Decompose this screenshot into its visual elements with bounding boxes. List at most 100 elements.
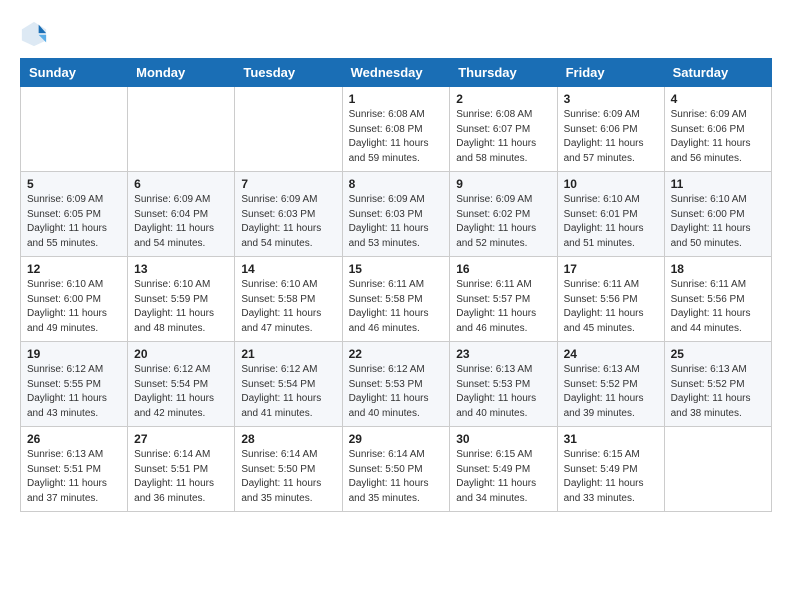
day-number: 31 bbox=[564, 432, 658, 446]
day-number: 30 bbox=[456, 432, 550, 446]
day-info: Sunrise: 6:10 AM Sunset: 5:58 PM Dayligh… bbox=[241, 278, 335, 336]
calendar-cell: 25 Sunrise: 6:13 AM Sunset: 5:52 PM Dayli… bbox=[664, 342, 771, 427]
day-number: 24 bbox=[564, 347, 658, 361]
calendar-cell: 13 Sunrise: 6:10 AM Sunset: 5:59 PM Dayli… bbox=[128, 257, 235, 342]
day-info: Sunrise: 6:08 AM Sunset: 6:07 PM Dayligh… bbox=[456, 108, 550, 166]
day-of-week-header: Saturday bbox=[664, 59, 771, 87]
calendar-cell bbox=[128, 87, 235, 172]
calendar-cell: 5 Sunrise: 6:09 AM Sunset: 6:05 PM Daylig… bbox=[21, 172, 128, 257]
day-info: Sunrise: 6:14 AM Sunset: 5:50 PM Dayligh… bbox=[349, 448, 444, 506]
calendar-cell bbox=[664, 427, 771, 512]
day-info: Sunrise: 6:10 AM Sunset: 6:01 PM Dayligh… bbox=[564, 193, 658, 251]
day-number: 1 bbox=[349, 92, 444, 106]
day-of-week-header: Sunday bbox=[21, 59, 128, 87]
day-info: Sunrise: 6:13 AM Sunset: 5:53 PM Dayligh… bbox=[456, 363, 550, 421]
day-info: Sunrise: 6:09 AM Sunset: 6:03 PM Dayligh… bbox=[241, 193, 335, 251]
day-info: Sunrise: 6:10 AM Sunset: 5:59 PM Dayligh… bbox=[134, 278, 228, 336]
day-info: Sunrise: 6:13 AM Sunset: 5:51 PM Dayligh… bbox=[27, 448, 121, 506]
day-number: 16 bbox=[456, 262, 550, 276]
day-of-week-header: Tuesday bbox=[235, 59, 342, 87]
calendar-header-row: SundayMondayTuesdayWednesdayThursdayFrid… bbox=[21, 59, 772, 87]
calendar-cell: 19 Sunrise: 6:12 AM Sunset: 5:55 PM Dayli… bbox=[21, 342, 128, 427]
calendar-cell: 2 Sunrise: 6:08 AM Sunset: 6:07 PM Daylig… bbox=[450, 87, 557, 172]
day-info: Sunrise: 6:15 AM Sunset: 5:49 PM Dayligh… bbox=[564, 448, 658, 506]
day-number: 10 bbox=[564, 177, 658, 191]
day-number: 6 bbox=[134, 177, 228, 191]
day-info: Sunrise: 6:13 AM Sunset: 5:52 PM Dayligh… bbox=[564, 363, 658, 421]
day-info: Sunrise: 6:10 AM Sunset: 6:00 PM Dayligh… bbox=[27, 278, 121, 336]
day-info: Sunrise: 6:09 AM Sunset: 6:03 PM Dayligh… bbox=[349, 193, 444, 251]
calendar-cell: 20Sunrise: 6:12 AM Sunset: 5:54 PM Dayli… bbox=[128, 342, 235, 427]
day-info: Sunrise: 6:10 AM Sunset: 6:00 PM Dayligh… bbox=[671, 193, 765, 251]
day-info: Sunrise: 6:08 AM Sunset: 6:08 PM Dayligh… bbox=[349, 108, 444, 166]
calendar-cell: 22Sunrise: 6:12 AM Sunset: 5:53 PM Dayli… bbox=[342, 342, 450, 427]
day-info: Sunrise: 6:09 AM Sunset: 6:06 PM Dayligh… bbox=[671, 108, 765, 166]
day-of-week-header: Friday bbox=[557, 59, 664, 87]
calendar-cell: 7 Sunrise: 6:09 AM Sunset: 6:03 PM Daylig… bbox=[235, 172, 342, 257]
day-info: Sunrise: 6:13 AM Sunset: 5:52 PM Dayligh… bbox=[671, 363, 765, 421]
day-number: 25 bbox=[671, 347, 765, 361]
calendar-week-row: 12Sunrise: 6:10 AM Sunset: 6:00 PM Dayli… bbox=[21, 257, 772, 342]
day-info: Sunrise: 6:11 AM Sunset: 5:56 PM Dayligh… bbox=[564, 278, 658, 336]
calendar-cell: 21 Sunrise: 6:12 AM Sunset: 5:54 PM Dayli… bbox=[235, 342, 342, 427]
calendar-cell: 1 Sunrise: 6:08 AM Sunset: 6:08 PM Daylig… bbox=[342, 87, 450, 172]
page-header bbox=[20, 20, 772, 48]
day-number: 3 bbox=[564, 92, 658, 106]
calendar-cell: 26 Sunrise: 6:13 AM Sunset: 5:51 PM Dayli… bbox=[21, 427, 128, 512]
calendar-cell bbox=[21, 87, 128, 172]
calendar-cell: 11 Sunrise: 6:10 AM Sunset: 6:00 PM Dayli… bbox=[664, 172, 771, 257]
calendar-cell: 17 Sunrise: 6:11 AM Sunset: 5:56 PM Dayli… bbox=[557, 257, 664, 342]
day-info: Sunrise: 6:11 AM Sunset: 5:58 PM Dayligh… bbox=[349, 278, 444, 336]
day-info: Sunrise: 6:12 AM Sunset: 5:53 PM Dayligh… bbox=[349, 363, 444, 421]
calendar-cell: 29Sunrise: 6:14 AM Sunset: 5:50 PM Dayli… bbox=[342, 427, 450, 512]
day-number: 27 bbox=[134, 432, 228, 446]
calendar-week-row: 26 Sunrise: 6:13 AM Sunset: 5:51 PM Dayli… bbox=[21, 427, 772, 512]
day-number: 18 bbox=[671, 262, 765, 276]
day-of-week-header: Wednesday bbox=[342, 59, 450, 87]
calendar-table: SundayMondayTuesdayWednesdayThursdayFrid… bbox=[20, 58, 772, 512]
calendar-cell: 16Sunrise: 6:11 AM Sunset: 5:57 PM Dayli… bbox=[450, 257, 557, 342]
day-info: Sunrise: 6:09 AM Sunset: 6:06 PM Dayligh… bbox=[564, 108, 658, 166]
day-number: 4 bbox=[671, 92, 765, 106]
day-number: 13 bbox=[134, 262, 228, 276]
day-number: 9 bbox=[456, 177, 550, 191]
calendar-week-row: 1 Sunrise: 6:08 AM Sunset: 6:08 PM Daylig… bbox=[21, 87, 772, 172]
day-number: 11 bbox=[671, 177, 765, 191]
day-number: 14 bbox=[241, 262, 335, 276]
calendar-cell: 12Sunrise: 6:10 AM Sunset: 6:00 PM Dayli… bbox=[21, 257, 128, 342]
day-of-week-header: Monday bbox=[128, 59, 235, 87]
day-info: Sunrise: 6:12 AM Sunset: 5:54 PM Dayligh… bbox=[134, 363, 228, 421]
day-info: Sunrise: 6:14 AM Sunset: 5:50 PM Dayligh… bbox=[241, 448, 335, 506]
calendar-cell: 31 Sunrise: 6:15 AM Sunset: 5:49 PM Dayli… bbox=[557, 427, 664, 512]
day-info: Sunrise: 6:11 AM Sunset: 5:56 PM Dayligh… bbox=[671, 278, 765, 336]
calendar-cell: 18 Sunrise: 6:11 AM Sunset: 5:56 PM Dayli… bbox=[664, 257, 771, 342]
calendar-cell: 28Sunrise: 6:14 AM Sunset: 5:50 PM Dayli… bbox=[235, 427, 342, 512]
day-of-week-header: Thursday bbox=[450, 59, 557, 87]
calendar-cell: 3 Sunrise: 6:09 AM Sunset: 6:06 PM Daylig… bbox=[557, 87, 664, 172]
calendar-week-row: 5 Sunrise: 6:09 AM Sunset: 6:05 PM Daylig… bbox=[21, 172, 772, 257]
calendar-cell: 8 Sunrise: 6:09 AM Sunset: 6:03 PM Daylig… bbox=[342, 172, 450, 257]
logo bbox=[20, 20, 52, 48]
day-number: 2 bbox=[456, 92, 550, 106]
day-info: Sunrise: 6:12 AM Sunset: 5:55 PM Dayligh… bbox=[27, 363, 121, 421]
calendar-cell: 30Sunrise: 6:15 AM Sunset: 5:49 PM Dayli… bbox=[450, 427, 557, 512]
calendar-cell: 24 Sunrise: 6:13 AM Sunset: 5:52 PM Dayli… bbox=[557, 342, 664, 427]
day-number: 15 bbox=[349, 262, 444, 276]
day-info: Sunrise: 6:09 AM Sunset: 6:02 PM Dayligh… bbox=[456, 193, 550, 251]
day-info: Sunrise: 6:12 AM Sunset: 5:54 PM Dayligh… bbox=[241, 363, 335, 421]
day-number: 17 bbox=[564, 262, 658, 276]
day-number: 21 bbox=[241, 347, 335, 361]
day-number: 7 bbox=[241, 177, 335, 191]
day-number: 8 bbox=[349, 177, 444, 191]
day-number: 5 bbox=[27, 177, 121, 191]
calendar-cell: 4 Sunrise: 6:09 AM Sunset: 6:06 PM Daylig… bbox=[664, 87, 771, 172]
day-number: 26 bbox=[27, 432, 121, 446]
calendar-week-row: 19 Sunrise: 6:12 AM Sunset: 5:55 PM Dayli… bbox=[21, 342, 772, 427]
calendar-cell: 6Sunrise: 6:09 AM Sunset: 6:04 PM Daylig… bbox=[128, 172, 235, 257]
calendar-cell bbox=[235, 87, 342, 172]
day-info: Sunrise: 6:09 AM Sunset: 6:05 PM Dayligh… bbox=[27, 193, 121, 251]
calendar-cell: 10 Sunrise: 6:10 AM Sunset: 6:01 PM Dayli… bbox=[557, 172, 664, 257]
day-number: 23 bbox=[456, 347, 550, 361]
day-number: 19 bbox=[27, 347, 121, 361]
calendar-cell: 27Sunrise: 6:14 AM Sunset: 5:51 PM Dayli… bbox=[128, 427, 235, 512]
